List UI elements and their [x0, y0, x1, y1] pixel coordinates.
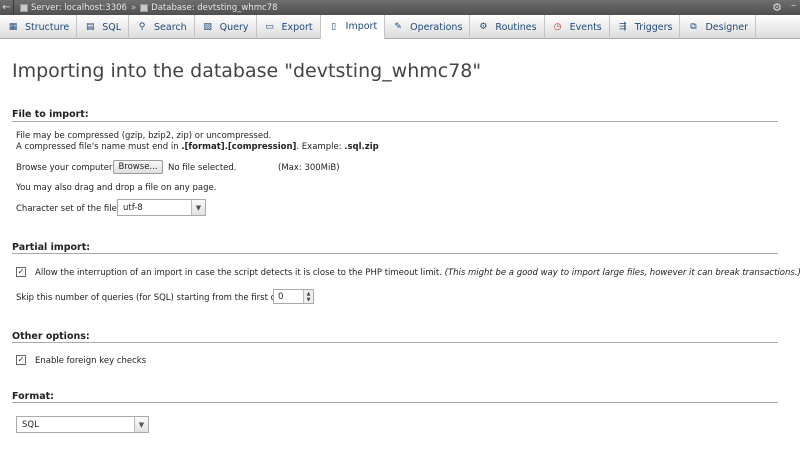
section-title-other: Other options: — [12, 331, 90, 342]
designer-icon: ⧉ — [690, 22, 697, 32]
tab-query[interactable]: ▧ Query — [195, 15, 257, 39]
charset-label: Character set of the file: — [16, 204, 120, 214]
database-icon — [140, 3, 149, 12]
allow-interrupt-checkbox[interactable]: ✓ — [16, 267, 26, 277]
section-title-file: File to import: — [12, 109, 89, 120]
allow-interrupt-note: (This might be a good way to import larg… — [444, 268, 800, 278]
triggers-icon: ⇶ — [618, 22, 627, 32]
tab-designer[interactable]: ⧉ Designer — [680, 15, 757, 39]
compress-note: File may be compressed (gzip, bzip2, zip… — [16, 131, 272, 141]
format-select[interactable]: SQL ▼ — [16, 416, 149, 433]
tab-label: Routines — [495, 21, 537, 33]
tab-label: Query — [219, 21, 249, 33]
collapse-icon[interactable]: – — [791, 0, 796, 11]
tab-label: Search — [154, 21, 187, 33]
export-icon: ▭ — [265, 22, 274, 32]
tab-events[interactable]: ◷ Events — [545, 15, 610, 39]
tab-operations[interactable]: ✎ Operations — [385, 15, 471, 39]
divider — [12, 121, 778, 122]
page-title: Importing into the database "devtsting_w… — [12, 60, 482, 82]
tab-bar: ▦ Structure ▤ SQL ⚲ Search ▧ Query ▭ Exp… — [0, 15, 800, 39]
filename-note-format: .[format].[compression] — [181, 142, 297, 152]
breadcrumb: Server: localhost:3306 » Database: devts… — [20, 3, 278, 13]
breadcrumb-database[interactable]: Database: devtsting_whmc78 — [151, 3, 277, 13]
sql-icon: ▤ — [85, 22, 95, 32]
tab-label: Import — [345, 21, 378, 32]
skip-queries-input[interactable]: 0 ▲ ▼ — [273, 289, 314, 304]
tab-export[interactable]: ▭ Export — [257, 15, 321, 39]
tab-label: Triggers — [634, 21, 673, 33]
charset-select[interactable]: utf-8 ▼ — [117, 199, 206, 216]
foreign-key-label: Enable foreign key checks — [35, 356, 147, 366]
search-icon: ⚲ — [138, 22, 146, 32]
allow-interrupt-text: Allow the interruption of an import in c… — [35, 268, 442, 278]
section-title-format: Format: — [12, 391, 54, 402]
tab-label: Operations — [410, 21, 463, 33]
tab-label: SQL — [102, 21, 122, 33]
clock-icon: ◷ — [553, 22, 562, 32]
chevron-down-icon: ▼ — [134, 417, 148, 432]
max-size-text: (Max: 300MiB) — [278, 163, 340, 173]
tab-label: Events — [569, 21, 602, 33]
tab-triggers[interactable]: ⇶ Triggers — [610, 15, 681, 39]
tab-label: Designer — [705, 21, 749, 33]
tab-routines[interactable]: ⚙ Routines — [470, 15, 545, 39]
filename-note-mid: . Example: — [296, 142, 345, 152]
breadcrumb-server[interactable]: Server: localhost:3306 — [31, 3, 127, 13]
breadcrumb-bar: ← Server: localhost:3306 » Database: dev… — [0, 0, 800, 15]
back-arrow-icon[interactable]: ← — [0, 0, 14, 15]
tab-label: Export — [281, 21, 313, 33]
section-title-partial: Partial import: — [12, 242, 91, 253]
skip-queries-value: 0 — [278, 291, 284, 302]
routines-icon: ⚙ — [479, 22, 488, 32]
tab-sql[interactable]: ▤ SQL — [77, 15, 130, 39]
browse-button[interactable]: Browse... — [113, 160, 163, 174]
import-icon: ▯ — [331, 21, 337, 32]
foreign-key-checkbox[interactable]: ✓ — [16, 355, 26, 365]
allow-interrupt-label: Allow the interruption of an import in c… — [35, 268, 800, 278]
wrench-icon: ✎ — [394, 22, 402, 32]
no-file-text: No file selected. — [168, 163, 237, 173]
gear-icon[interactable]: ⚙ — [772, 1, 782, 14]
tab-import[interactable]: ▯ Import — [320, 15, 386, 39]
tab-structure[interactable]: ▦ Structure — [0, 15, 78, 39]
chevron-down-icon: ▼ — [191, 200, 205, 215]
filename-note-example: .sql.zip — [344, 142, 379, 152]
charset-value: utf-8 — [123, 202, 143, 213]
filename-note: A compressed file's name must end in .[f… — [16, 142, 379, 152]
divider — [12, 342, 778, 343]
divider — [12, 402, 778, 403]
structure-icon: ▦ — [8, 22, 18, 32]
server-icon — [20, 3, 28, 12]
format-value: SQL — [22, 419, 39, 430]
tab-search[interactable]: ⚲ Search — [129, 15, 195, 39]
breadcrumb-separator: » — [130, 2, 137, 13]
query-icon: ▧ — [203, 22, 212, 32]
skip-queries-label: Skip this number of queries (for SQL) st… — [16, 293, 290, 303]
filename-note-prefix: A compressed file's name must end in — [16, 142, 182, 152]
divider — [12, 253, 778, 254]
spinner-arrows-icon[interactable]: ▲ ▼ — [303, 290, 313, 303]
drag-drop-note: You may also drag and drop a file on any… — [16, 183, 217, 193]
browse-label: Browse your computer: — [16, 163, 116, 173]
tab-label: Structure — [25, 21, 70, 33]
